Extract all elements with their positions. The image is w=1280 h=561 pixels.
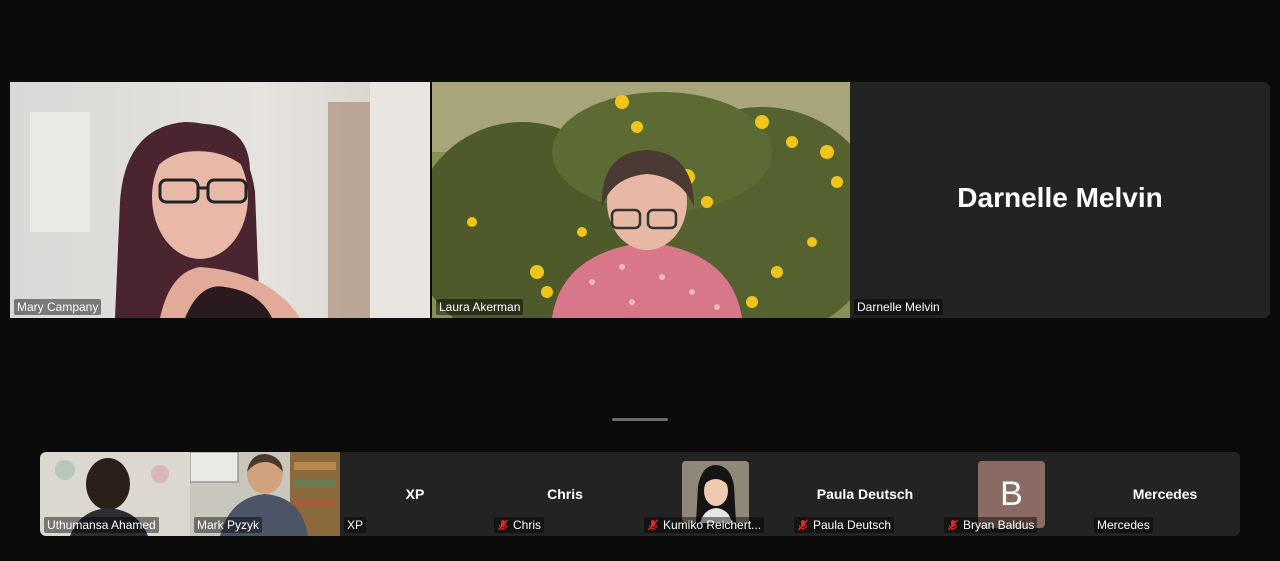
gallery-resize-handle[interactable] (612, 418, 668, 421)
participant-name-tag: Chris (494, 517, 545, 533)
participant-name: Paula Deutsch (813, 518, 892, 532)
participant-name-tag: Uthumansa Ahamed (44, 517, 159, 533)
mic-muted-icon (647, 519, 659, 531)
participant-display-name: Paula Deutsch (816, 486, 914, 502)
participant-name-tag: Paula Deutsch (794, 517, 895, 533)
participant-name-tag: Mark Pyzyk (194, 517, 263, 533)
profile-picture-image (682, 461, 749, 523)
participant-display-name: Darnelle Melvin (957, 182, 1163, 213)
participant-display-name: XP (405, 486, 425, 502)
participant-name: Bryan Baldus (963, 518, 1035, 532)
mic-muted-icon (497, 519, 509, 531)
participant-name: XP (347, 518, 364, 532)
participant-name-tag: Bryan Baldus (944, 517, 1038, 533)
participant-display-name: Chris (547, 486, 583, 502)
thumbnail-chris[interactable]: Chris Chris (490, 452, 640, 536)
video-tile-laura-akerman[interactable]: Laura Akerman (432, 82, 850, 318)
thumbnail-mercedes[interactable]: Mercedes Mercedes (1090, 452, 1240, 536)
main-gallery: Mary Campany Laura Akerman Darnelle Melv… (10, 82, 1270, 318)
participant-display-name: Mercedes (1132, 486, 1198, 502)
thumbnail-xp[interactable]: XP XP (340, 452, 490, 536)
video-tile-mary-campany[interactable]: Mary Campany (10, 82, 430, 318)
participant-video (10, 82, 430, 318)
participant-video (432, 82, 850, 318)
thumbnail-bryan-baldus[interactable]: B Bryan Baldus (940, 452, 1090, 536)
profile-photo (682, 461, 749, 523)
participant-name-tag: Kumiko Reichert... (644, 517, 765, 533)
participant-name: Mark Pyzyk (197, 518, 260, 532)
thumbnail-paula-deutsch[interactable]: Paula Deutsch Paula Deutsch (790, 452, 940, 536)
participant-name-tag: Darnelle Melvin (854, 299, 943, 315)
participant-name-tag: Laura Akerman (436, 299, 524, 315)
participant-name: Mercedes (1097, 518, 1150, 532)
participant-name: Kumiko Reichert... (663, 518, 762, 532)
participant-name: Uthumansa Ahamed (47, 518, 156, 532)
thumbnail-strip: Uthumansa Ahamed Mark Pyzyk XP XP Chris (40, 452, 1240, 536)
thumbnail-kumiko-reichert[interactable]: Kumiko Reichert... (640, 452, 790, 536)
mic-muted-icon (797, 519, 809, 531)
participant-name: Chris (513, 518, 542, 532)
participant-name-tag: Mary Campany (14, 299, 102, 315)
thumbnail-uthumansa-ahamed[interactable]: Uthumansa Ahamed (40, 452, 190, 536)
participant-name-tag: Mercedes (1094, 517, 1153, 533)
video-tile-darnelle-melvin[interactable]: Darnelle Melvin Darnelle Melvin (850, 82, 1270, 318)
thumbnail-mark-pyzyk[interactable]: Mark Pyzyk (190, 452, 340, 536)
mic-muted-icon (947, 519, 959, 531)
participant-name-tag: XP (344, 517, 367, 533)
